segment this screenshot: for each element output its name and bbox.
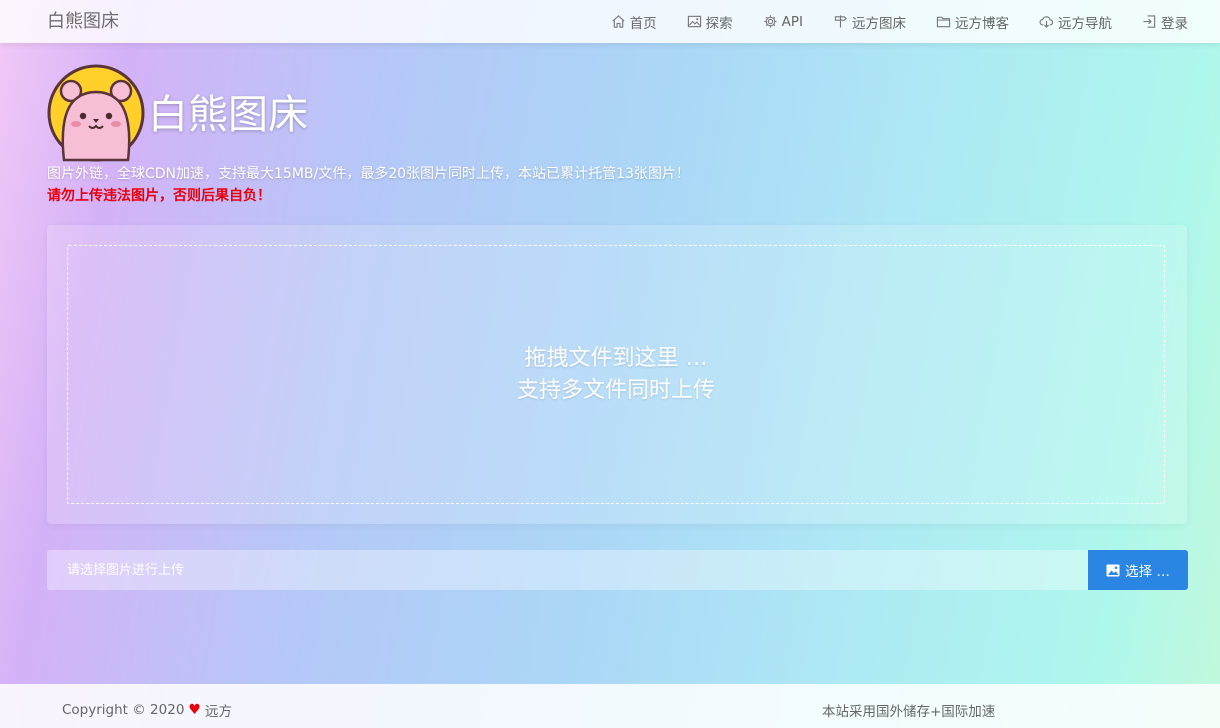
folder-icon [936, 14, 951, 29]
heart-icon: ♥ [188, 702, 201, 718]
nav-item-api-label: API [781, 13, 803, 30]
nav-item-yuanfang-blog-label: 远方博客 [955, 15, 1009, 32]
file-path-input[interactable] [47, 550, 1088, 590]
nav-item-explore[interactable]: 探索 [687, 12, 733, 32]
file-select-bar: 选择 … [47, 550, 1188, 590]
nav-menu: 首页 探索 API 远方图床 远方博客 远方导航 登录 [581, 0, 1188, 43]
upload-panel: 拖拽文件到这里 … 支持多文件同时上传 [47, 225, 1187, 524]
nav-item-yuanfang-nav[interactable]: 远方导航 [1039, 12, 1112, 32]
nav-item-yuanfang-imagehost-label: 远方图床 [852, 15, 906, 32]
copyright-text: Copyright © 2020 [62, 702, 185, 718]
select-file-button-label: 选择 … [1125, 564, 1170, 580]
bear-logo-image [47, 64, 145, 162]
navbar-brand[interactable]: 白熊图床 [47, 7, 119, 33]
top-navbar: 白熊图床 首页 探索 API 远方图床 远方博客 远方导航 登录 [0, 0, 1220, 43]
nav-item-home-label: 首页 [629, 15, 657, 32]
nav-item-home[interactable]: 首页 [611, 12, 657, 32]
image-icon [687, 14, 702, 29]
cloud-download-icon [1039, 14, 1054, 29]
site-title: 白熊图床 [148, 92, 308, 138]
picture-icon [1106, 564, 1120, 577]
home-icon [611, 14, 626, 29]
gear-icon [763, 14, 778, 29]
drop-zone-subhint: 支持多文件同时上传 [516, 377, 715, 403]
nav-item-login[interactable]: 登录 [1142, 12, 1188, 32]
signpost-icon [833, 14, 848, 29]
drop-zone-hint: 拖拽文件到这里 … [524, 345, 708, 371]
nav-item-yuanfang-imagehost[interactable]: 远方图床 [833, 12, 906, 32]
nav-item-yuanfang-blog[interactable]: 远方博客 [936, 12, 1009, 32]
copyright: Copyright © 2020 ♥ 远方 [62, 700, 232, 720]
site-logo [47, 64, 145, 162]
select-file-button[interactable]: 选择 … [1088, 550, 1188, 590]
file-drop-zone[interactable]: 拖拽文件到这里 … 支持多文件同时上传 [67, 245, 1165, 504]
upload-warning: 请勿上传违法图片，否则后果自负！ [47, 188, 271, 204]
nav-item-yuanfang-nav-label: 远方导航 [1058, 15, 1112, 32]
nav-item-api[interactable]: API [763, 14, 803, 30]
nav-item-login-label: 登录 [1161, 15, 1188, 32]
site-subtitle: 图片外链，全球CDN加速，支持最大15MB/文件，最多20张图片同时上传，本站已… [47, 166, 690, 182]
page-footer: Copyright © 2020 ♥ 远方 本站采用国外储存+国际加速 [0, 684, 1220, 728]
login-icon [1142, 14, 1157, 29]
copyright-author[interactable]: 远方 [205, 700, 232, 720]
nav-item-explore-label: 探索 [705, 15, 733, 32]
footer-note: 本站采用国外储存+国际加速 [822, 704, 996, 720]
